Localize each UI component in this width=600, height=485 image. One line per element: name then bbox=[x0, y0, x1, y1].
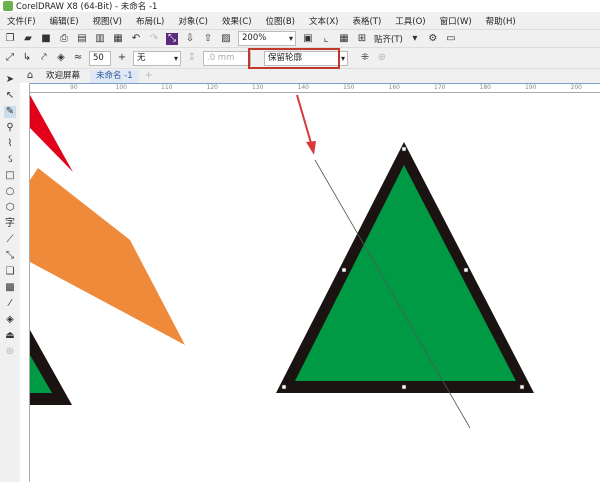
ruler-label: 110 bbox=[161, 84, 173, 91]
ruler-label: 100 bbox=[115, 84, 127, 91]
break-apart-icon[interactable]: ⁜ bbox=[359, 52, 371, 64]
width-icon: ↕ bbox=[187, 52, 197, 63]
cut-icon[interactable]: ▤ bbox=[76, 33, 88, 45]
contour-icon[interactable]: ◈ bbox=[55, 52, 67, 64]
polygon-tool-icon[interactable]: ⬡ bbox=[4, 202, 16, 214]
crop-tool-icon[interactable]: ✎ bbox=[4, 106, 16, 118]
blend-clockwise-icon[interactable]: ↳ bbox=[21, 52, 33, 64]
menu-effects[interactable]: 效果(C) bbox=[215, 15, 259, 27]
menu-edit[interactable]: 编辑(E) bbox=[43, 15, 86, 27]
blend-counter-icon[interactable]: ⤤ bbox=[38, 52, 50, 64]
blend-direct-icon[interactable]: ⤢ bbox=[4, 52, 16, 64]
tab-untitled[interactable]: 未命名 -1 bbox=[90, 69, 139, 83]
ruler-label: 150 bbox=[343, 84, 355, 91]
text-tool-icon[interactable]: 字 bbox=[4, 218, 16, 230]
open-icon[interactable]: ▰ bbox=[22, 33, 34, 45]
ruler-label: 130 bbox=[252, 84, 264, 91]
home-icon: ⌂ bbox=[26, 70, 34, 81]
redo-icon[interactable]: ↷ bbox=[148, 33, 160, 45]
print-icon[interactable]: ⎙ bbox=[58, 33, 70, 45]
menu-table[interactable]: 表格(T) bbox=[345, 15, 388, 27]
fill-icon[interactable]: ◈ bbox=[4, 314, 16, 326]
eyedropper-icon[interactable]: ⁄ bbox=[4, 298, 16, 310]
ruler-label: 160 bbox=[388, 84, 400, 91]
steps-input[interactable]: 50 bbox=[89, 50, 111, 66]
artistic-media-icon[interactable]: ઽ bbox=[4, 154, 16, 166]
connector-tool-icon[interactable]: ⤡ bbox=[4, 250, 16, 262]
copy-icon[interactable]: ▥ bbox=[94, 33, 106, 45]
rulers-icon[interactable]: ⌞ bbox=[320, 33, 332, 45]
annotation-arrow bbox=[296, 94, 312, 144]
paste-icon[interactable]: ▦ bbox=[112, 33, 124, 45]
search-content-icon[interactable]: ⤡ bbox=[166, 32, 178, 45]
zoom-select[interactable]: 200% bbox=[238, 31, 296, 46]
menu-bitmaps[interactable]: 位图(B) bbox=[259, 15, 302, 27]
guidelines-icon[interactable]: ⊞ bbox=[356, 33, 368, 45]
menu-file[interactable]: 文件(F) bbox=[0, 15, 43, 27]
ellipse-tool-icon[interactable]: ○ bbox=[4, 186, 16, 198]
menu-layout[interactable]: 布局(L) bbox=[129, 15, 171, 27]
snap-to-button[interactable]: 贴齐(T) bbox=[374, 33, 403, 45]
ruler-label: 180 bbox=[479, 84, 491, 91]
orange-shape bbox=[30, 168, 185, 345]
save-icon[interactable]: ■ bbox=[40, 33, 52, 45]
pdf-icon[interactable]: ▨ bbox=[220, 33, 232, 45]
horizontal-ruler[interactable]: 90 100 110 120 130 140 150 160 170 180 190 200 bbox=[30, 83, 600, 93]
menu-bar: 文件(F) 编辑(E) 视图(V) 布局(L) 对象(C) 效果(C) 位图(B… bbox=[0, 12, 600, 29]
ruler-label: 200 bbox=[570, 84, 582, 91]
ruler-label: 90 bbox=[70, 84, 78, 91]
style-select[interactable]: 无 bbox=[133, 50, 181, 66]
menu-window[interactable]: 窗口(W) bbox=[433, 15, 479, 27]
gear-icon[interactable]: ⚙ bbox=[427, 33, 439, 45]
window-title: CorelDRAW X8 (64-Bit) - 未命名 -1 bbox=[16, 2, 158, 12]
ruler-label: 120 bbox=[206, 84, 218, 91]
tab-welcome[interactable]: 欢迎屏幕 bbox=[40, 70, 86, 83]
new-icon[interactable]: ❐ bbox=[4, 33, 16, 45]
width-input[interactable]: .0 mm bbox=[203, 50, 251, 66]
menu-tools[interactable]: 工具(O) bbox=[388, 15, 432, 27]
vertical-ruler[interactable] bbox=[20, 83, 30, 482]
transparency-icon[interactable]: ▩ bbox=[4, 282, 16, 294]
freehand-tool-icon[interactable]: ⌇ bbox=[4, 138, 16, 150]
menu-view[interactable]: 视图(V) bbox=[86, 15, 129, 27]
standard-toolbar: ❐ ▰ ■ ⎙ ▤ ▥ ▦ ↶ ↷ ⤡ ⇩ ⇧ ▨ 200% ▣ ⌞ ▦ ⊞ 贴… bbox=[0, 29, 600, 47]
chevron-down-icon[interactable]: ▾ bbox=[409, 33, 421, 45]
full-screen-icon[interactable]: ▣ bbox=[302, 33, 314, 45]
add-tool-icon[interactable]: ⊕ bbox=[4, 346, 16, 358]
grid-icon[interactable]: ▦ bbox=[338, 33, 350, 45]
pick-tool-icon[interactable]: ➤ bbox=[4, 74, 16, 86]
shape-tool-icon[interactable]: ↖ bbox=[4, 90, 16, 102]
launch-icon[interactable]: ▭ bbox=[445, 33, 457, 45]
import-icon[interactable]: ⇩ bbox=[184, 33, 196, 45]
menu-help[interactable]: 帮助(H) bbox=[479, 15, 523, 27]
document-tabs: ⌂ 欢迎屏幕 未命名 -1 + bbox=[20, 69, 600, 83]
rectangle-tool-icon[interactable]: □ bbox=[4, 170, 16, 182]
parallel-dimension-icon[interactable]: ⟋ bbox=[4, 234, 16, 246]
drawing-canvas[interactable] bbox=[30, 93, 600, 482]
triangle-fill bbox=[295, 165, 516, 381]
export-icon[interactable]: ⇧ bbox=[202, 33, 214, 45]
toolbox: ➤ ↖ ✎ ⚲ ⌇ ઽ □ ○ ⬡ 字 ⟋ ⤡ ❏ ▩ ⁄ ◈ ⏏ ⊕ bbox=[0, 69, 20, 482]
drop-shadow-icon[interactable]: ❏ bbox=[4, 266, 16, 278]
highlight-box bbox=[248, 48, 340, 69]
ruler-label: 190 bbox=[525, 84, 537, 91]
add-icon[interactable]: ⊕ bbox=[376, 52, 388, 64]
add-tab-icon[interactable]: + bbox=[143, 70, 155, 82]
app-logo-icon bbox=[3, 1, 13, 11]
menu-text[interactable]: 文本(X) bbox=[302, 15, 345, 27]
title-bar: CorelDRAW X8 (64-Bit) - 未命名 -1 bbox=[0, 0, 600, 12]
steps-icon: ≈ bbox=[73, 52, 83, 63]
smart-fill-icon[interactable]: ⏏ bbox=[4, 330, 16, 342]
zoom-tool-icon[interactable]: ⚲ bbox=[4, 122, 16, 134]
ruler-label: 170 bbox=[434, 84, 446, 91]
ruler-label: 140 bbox=[297, 84, 309, 91]
plus-icon[interactable]: + bbox=[116, 52, 128, 64]
undo-icon[interactable]: ↶ bbox=[130, 33, 142, 45]
menu-object[interactable]: 对象(C) bbox=[171, 15, 215, 27]
red-shape bbox=[30, 95, 73, 172]
